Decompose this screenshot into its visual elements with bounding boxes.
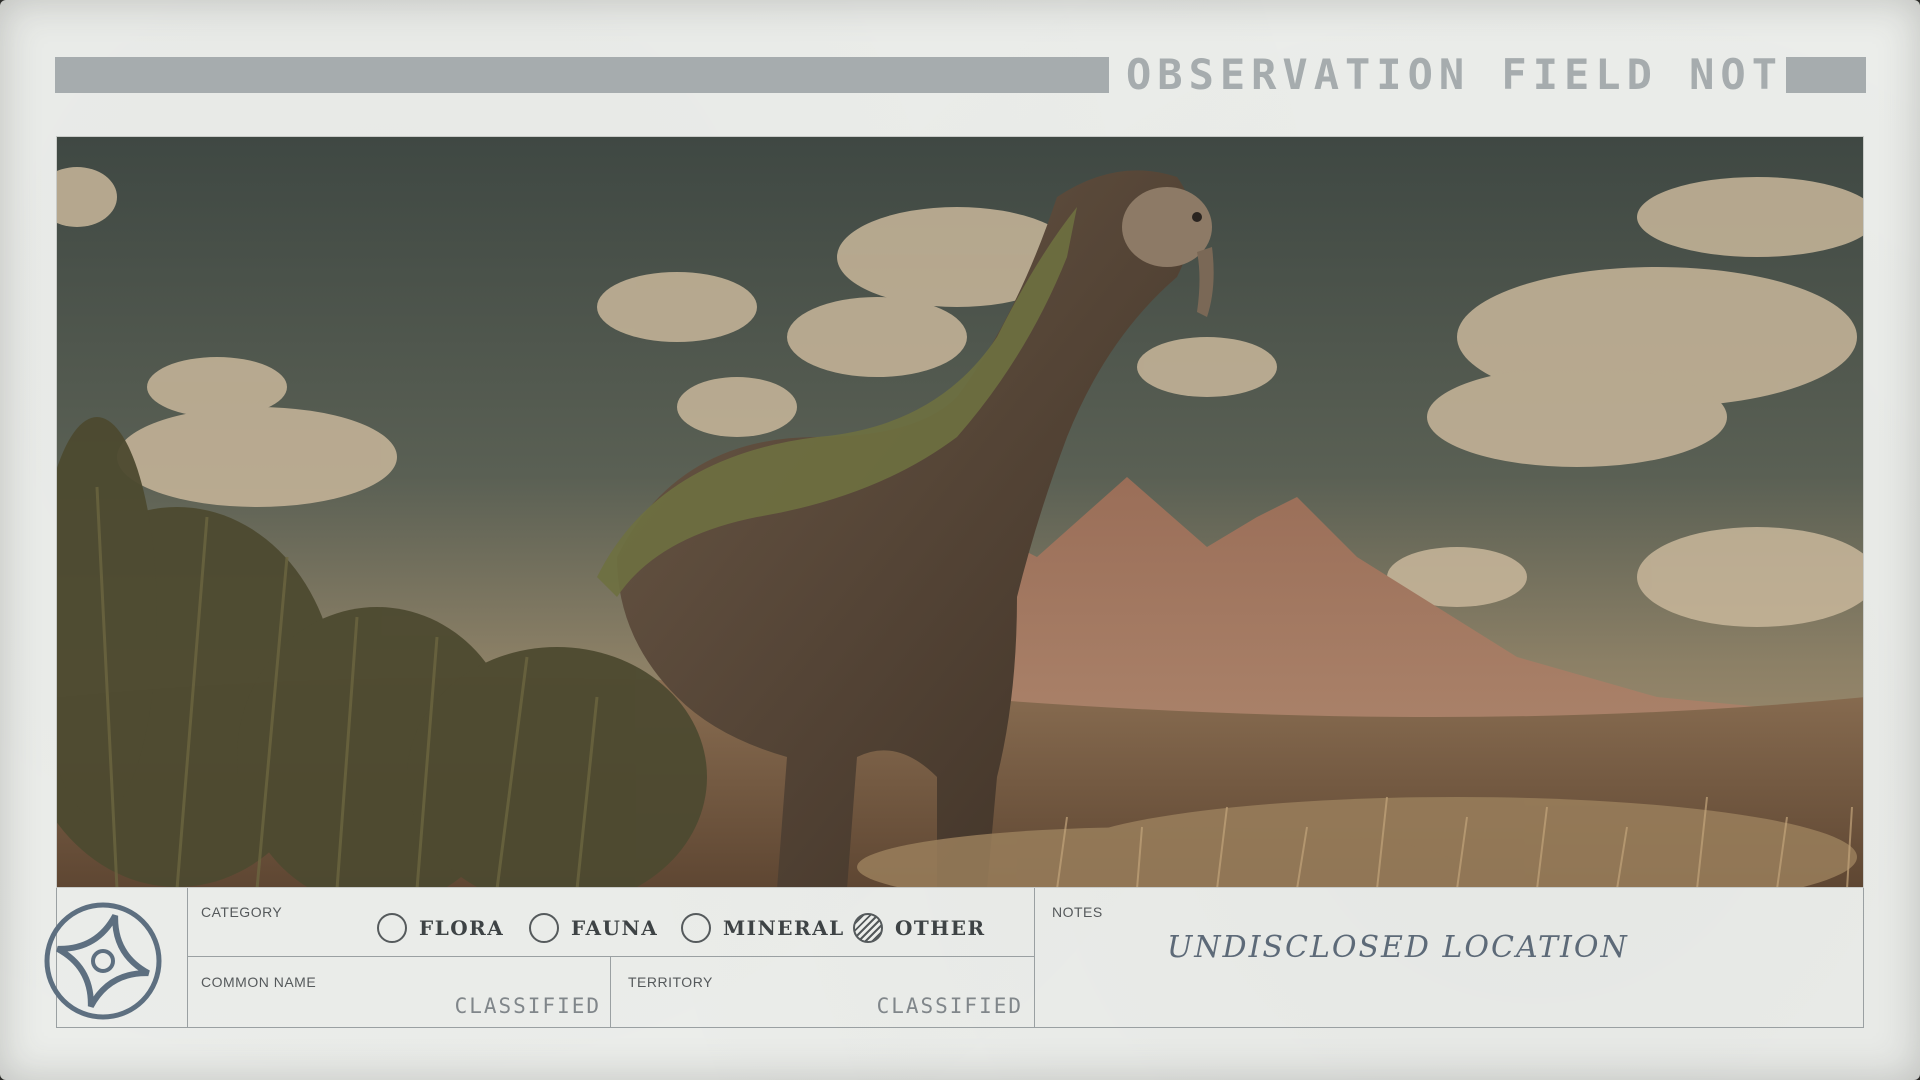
- category-option-other[interactable]: OTHER: [853, 912, 986, 944]
- divider: [610, 956, 611, 1027]
- header-bar-left: [55, 57, 1109, 93]
- category-option-mineral[interactable]: MINERAL: [681, 912, 845, 944]
- option-label: FLORA: [419, 916, 505, 940]
- field-notes-card: OBSERVATION FIELD NOTES CATEGORY FLORA F…: [0, 0, 1920, 1080]
- observation-form: CATEGORY FLORA FAUNA MINERAL OTHER COMMO…: [56, 888, 1864, 1028]
- common-name-value: CLASSIFIED: [454, 994, 601, 1018]
- divider: [1034, 888, 1035, 1027]
- notes-value: UNDISCLOSED LOCATION: [1167, 930, 1629, 965]
- notes-label: NOTES: [1052, 904, 1103, 920]
- page-title: OBSERVATION FIELD NOTES: [1126, 50, 1846, 99]
- radio-icon[interactable]: [681, 913, 711, 943]
- option-label: OTHER: [895, 916, 986, 940]
- option-label: MINERAL: [723, 916, 845, 940]
- star-emblem-icon: [44, 902, 162, 1020]
- common-name-label: COMMON NAME: [201, 974, 317, 990]
- radio-icon[interactable]: [529, 913, 559, 943]
- category-option-flora[interactable]: FLORA: [377, 912, 504, 944]
- header-bar-right: [1786, 57, 1866, 93]
- option-label: FAUNA: [571, 916, 659, 940]
- radio-selected-icon[interactable]: [853, 913, 883, 943]
- observation-photo: [56, 136, 1864, 888]
- territory-value: CLASSIFIED: [876, 994, 1023, 1018]
- category-option-fauna[interactable]: FAUNA: [529, 912, 658, 944]
- radio-icon[interactable]: [377, 913, 407, 943]
- divider: [187, 888, 188, 1027]
- category-label: CATEGORY: [201, 904, 283, 920]
- territory-label: TERRITORY: [628, 974, 713, 990]
